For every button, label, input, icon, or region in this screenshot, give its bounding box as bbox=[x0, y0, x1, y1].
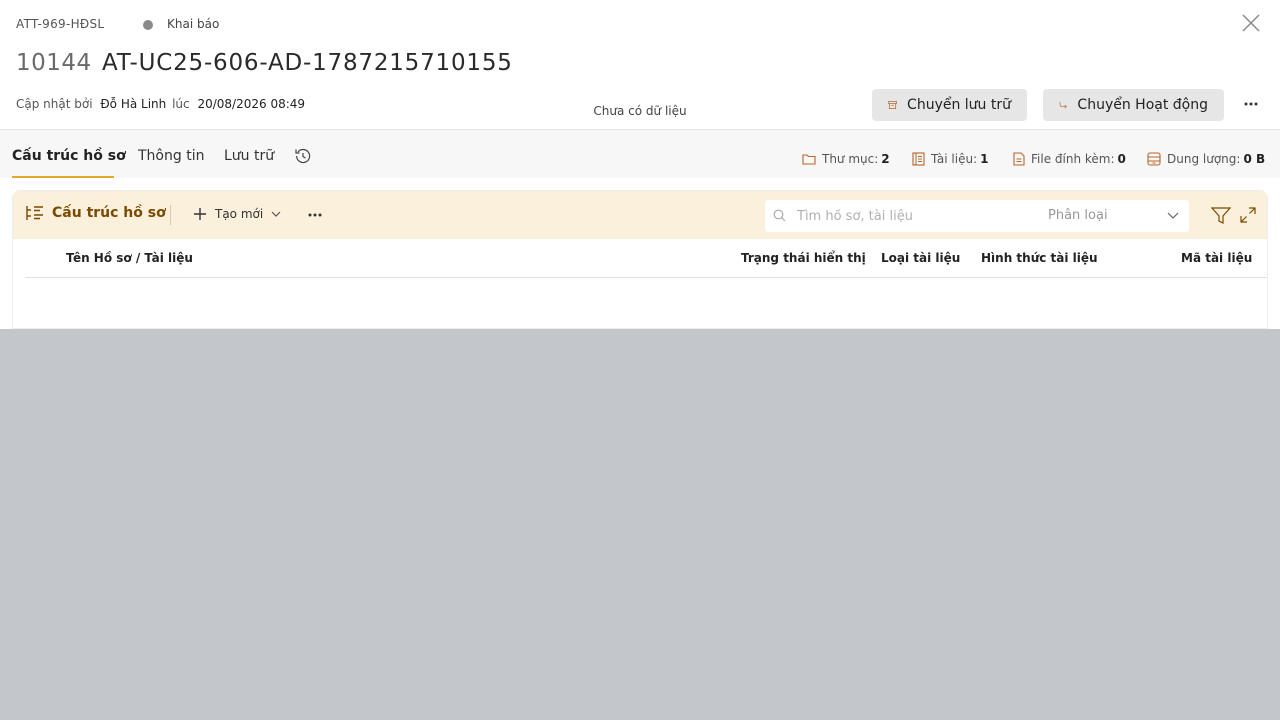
table-header-divider bbox=[25, 277, 1267, 278]
filter-icon[interactable] bbox=[1211, 207, 1231, 225]
tab-information[interactable]: Thông tin bbox=[138, 148, 204, 164]
tree-list-icon bbox=[26, 206, 43, 220]
stat-documents-label: Tài liệu: bbox=[931, 152, 978, 166]
record-code: ATT-969-HĐSL bbox=[16, 17, 105, 31]
tab-record-structure[interactable]: Cấu trúc hồ sơ bbox=[12, 148, 126, 164]
active-tab-indicator bbox=[12, 176, 114, 178]
stat-documents: Tài liệu: 1 bbox=[912, 152, 989, 166]
column-header-document-form[interactable]: Hình thức tài liệu bbox=[981, 251, 1098, 265]
toolbar-more-icon[interactable] bbox=[305, 207, 325, 223]
structure-title-button[interactable]: Cấu trúc hồ sơ bbox=[25, 205, 166, 221]
create-new-label: Tạo mới bbox=[215, 207, 264, 221]
column-header-document-type[interactable]: Loại tài liệu bbox=[881, 251, 960, 265]
status-dot-icon bbox=[143, 20, 153, 30]
stat-attachments-label: File đính kèm: bbox=[1031, 152, 1115, 166]
stat-attachments: File đính kèm: 0 bbox=[1013, 152, 1126, 166]
close-icon[interactable] bbox=[1240, 12, 1262, 34]
record-title: AT-UC25-606-AD-1787215710155 bbox=[102, 50, 513, 76]
structure-toolbar: Cấu trúc hồ sơ Tạo mới Phân loại bbox=[13, 191, 1267, 239]
stat-folders-label: Thư mục: bbox=[822, 152, 879, 166]
folder-icon bbox=[802, 154, 816, 165]
tab-storage[interactable]: Lưu trữ bbox=[224, 148, 274, 164]
search-input[interactable] bbox=[797, 206, 1037, 226]
stat-documents-value: 1 bbox=[980, 152, 989, 166]
table-scrollbar[interactable] bbox=[1267, 239, 1268, 329]
stat-folders-value: 2 bbox=[881, 152, 890, 166]
search-icon bbox=[773, 209, 786, 222]
expand-icon[interactable] bbox=[1240, 207, 1256, 223]
classify-placeholder: Phân loại bbox=[1048, 208, 1108, 223]
classify-select[interactable]: Phân loại bbox=[1045, 200, 1189, 232]
stat-folders: Thư mục: 2 bbox=[802, 152, 890, 166]
status-label: Khai báo bbox=[167, 17, 220, 31]
chevron-down-icon bbox=[1167, 212, 1179, 219]
attachment-file-icon bbox=[1013, 152, 1025, 166]
column-header-name[interactable]: Tên Hồ sơ / Tài liệu bbox=[66, 251, 193, 265]
stat-storage: Dung lượng: 0 B bbox=[1147, 152, 1265, 166]
chevron-down-icon bbox=[271, 211, 281, 217]
record-structure-section: Cấu trúc hồ sơ Tạo mới Phân loại Tên Hồ bbox=[12, 190, 1268, 329]
column-header-display-status[interactable]: Trạng thái hiển thị bbox=[741, 251, 866, 265]
record-number: 10144 bbox=[16, 50, 92, 76]
document-icon bbox=[912, 152, 925, 166]
structure-title: Cấu trúc hồ sơ bbox=[52, 205, 166, 221]
search-box: Phân loại bbox=[765, 200, 1189, 232]
storage-icon bbox=[1147, 152, 1161, 166]
plus-icon bbox=[194, 208, 206, 220]
record-detail-panel: ATT-969-HĐSL Khai báo 10144 AT-UC25-606-… bbox=[0, 0, 1280, 329]
toolbar-divider bbox=[170, 205, 171, 225]
stat-attachments-value: 0 bbox=[1117, 152, 1126, 166]
empty-state-text: Chưa có dữ liệu bbox=[593, 104, 687, 118]
stat-storage-value: 0 B bbox=[1243, 152, 1266, 166]
stat-storage-label: Dung lượng: bbox=[1167, 152, 1241, 166]
column-header-document-code[interactable]: Mã tài liệu bbox=[1181, 251, 1252, 265]
create-new-button[interactable]: Tạo mới bbox=[193, 207, 281, 221]
history-refresh-icon[interactable] bbox=[295, 148, 311, 164]
